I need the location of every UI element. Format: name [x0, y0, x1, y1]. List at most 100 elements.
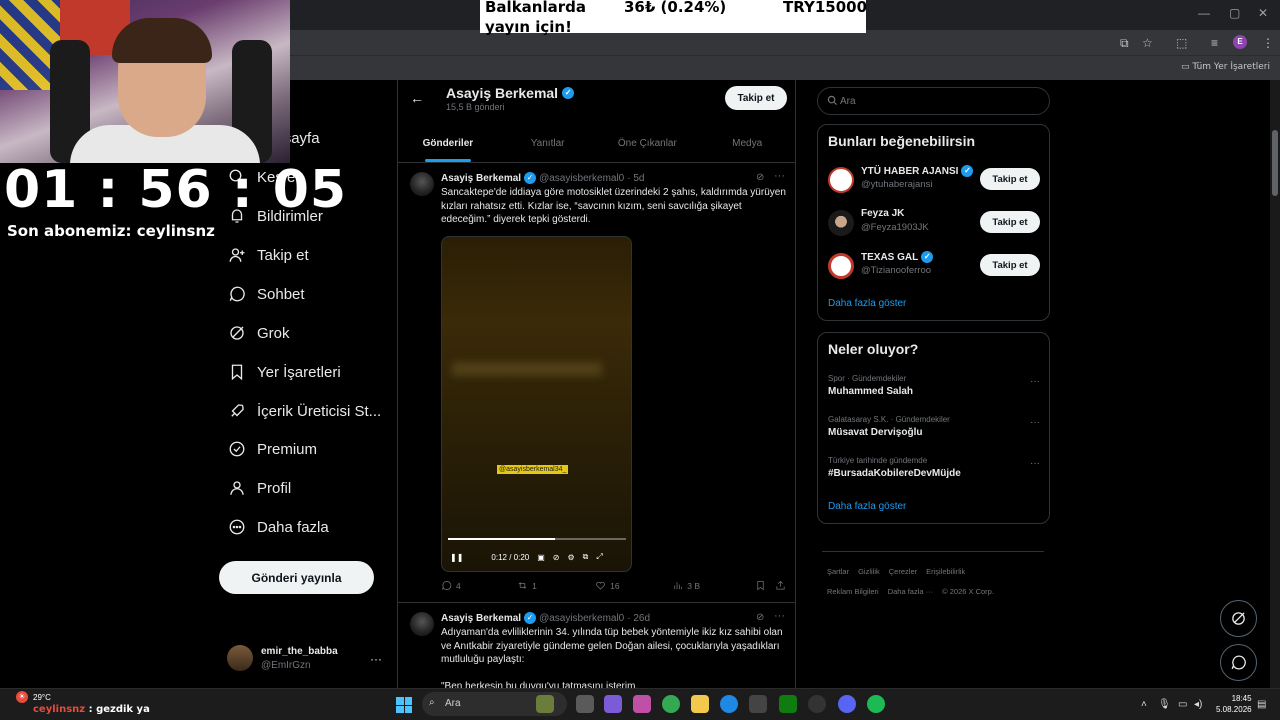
captions-icon[interactable]: ▣ [537, 553, 545, 562]
windows-start-icon[interactable] [396, 697, 412, 713]
obs-icon[interactable] [808, 695, 826, 713]
minimize-icon[interactable]: — [1198, 6, 1210, 20]
taskbar-clock[interactable]: 18:45 5.08.2026 [1216, 693, 1252, 715]
nav-item-chat[interactable]: Sohbet [227, 282, 305, 306]
trend-item[interactable]: Galatasaray S.K. · Gündemdekiler Müsavat … [828, 415, 1040, 438]
network-icon[interactable]: ▭ [1178, 699, 1187, 710]
nav-item-bookmarks[interactable]: Yer İşaretleri [227, 360, 341, 384]
maximize-icon[interactable]: ▢ [1229, 6, 1240, 20]
follow-button[interactable]: Takip et [980, 168, 1040, 190]
video-progress-bar[interactable] [448, 538, 626, 540]
follow-button[interactable]: Takip et [980, 254, 1040, 276]
close-window-icon[interactable]: ✕ [1258, 6, 1268, 20]
scrollbar[interactable] [1270, 80, 1280, 688]
volume-icon[interactable]: ◂) [1194, 699, 1202, 710]
verified-badge-icon: ✓ [524, 172, 537, 184]
messages-fab[interactable] [1220, 644, 1257, 681]
avatar[interactable] [828, 253, 854, 279]
account-more-icon[interactable]: ··· [370, 652, 382, 666]
suggestion-item[interactable]: TEXAS GAL ✓ @Tizianooferroo Takip et [828, 251, 1040, 285]
account-handle[interactable]: @EmIrGzn [261, 660, 311, 671]
pip-icon[interactable]: ⧉ [583, 552, 589, 562]
mute-icon[interactable]: ⊘ [553, 553, 560, 562]
scrollbar-thumb[interactable] [1272, 130, 1278, 196]
discord-icon[interactable] [838, 695, 856, 713]
tab-posts[interactable]: Gönderiler [398, 126, 498, 162]
post-button[interactable]: Gönderi yayınla [219, 561, 374, 594]
footer-links: Şartlar Gizlilik Çerezler Erişilebilirlik R… [827, 567, 994, 596]
repost-button[interactable]: 1 [517, 580, 595, 591]
copilot-icon[interactable] [633, 695, 651, 713]
nav-item-premium[interactable]: Premium [227, 437, 317, 461]
tweet-avatar[interactable] [410, 612, 434, 636]
trend-more-icon[interactable]: ··· [1030, 417, 1040, 428]
browser-profile-avatar[interactable]: E [1233, 35, 1247, 49]
tweet-more-icon[interactable]: ··· [774, 610, 785, 622]
tab-replies[interactable]: Yanıtlar [498, 126, 598, 162]
nav-item-profile[interactable]: Profil [227, 476, 291, 500]
reply-button[interactable]: 4 [441, 580, 517, 591]
heart-icon [596, 581, 606, 590]
trend-item[interactable]: Spor · Gündemdekiler Muhammed Salah ··· [828, 374, 1040, 397]
grok-explain-icon[interactable]: ⊘ [756, 172, 764, 183]
share-button[interactable] [775, 580, 786, 591]
tab-media[interactable]: Medya [697, 126, 795, 162]
tab-highlights[interactable]: Öne Çıkanlar [598, 126, 698, 162]
tweet[interactable]: Asayiş Berkemal ✓ @asayisberkemal0 · 26d… [398, 604, 795, 688]
back-arrow-icon[interactable]: ← [410, 90, 424, 106]
search-box[interactable]: Ara [817, 87, 1050, 115]
show-more-link[interactable]: Daha fazla göster [828, 298, 906, 309]
settings-icon[interactable]: ⚙ [567, 553, 574, 562]
browser-menu-icon[interactable]: ⋮ [1262, 36, 1274, 50]
edge-icon[interactable] [720, 695, 738, 713]
extensions-icon[interactable]: ⬚ [1176, 36, 1187, 50]
tweet-more-icon[interactable]: ··· [774, 170, 785, 182]
weather-icon[interactable]: ☀ [16, 691, 28, 703]
trend-more-icon[interactable]: ··· [1030, 376, 1040, 387]
widgets-icon[interactable] [604, 695, 622, 713]
like-button[interactable]: 16 [595, 580, 672, 591]
tray-chevron-icon[interactable]: ˄ [1141, 699, 1147, 710]
star-icon[interactable]: ☆ [1142, 36, 1153, 50]
reading-list-icon[interactable]: ≡ [1211, 36, 1218, 50]
nav-item-more[interactable]: Daha fazla [227, 515, 329, 539]
tweet-header: Asayiş Berkemal ✓ @asayisberkemal0 · 26d [441, 612, 651, 624]
follow-button[interactable]: Takip et [980, 211, 1040, 233]
show-more-link[interactable]: Daha fazla göster [828, 501, 906, 512]
store-icon[interactable] [749, 695, 767, 713]
nav-item-creator-studio[interactable]: İçerik Üreticisi St... [227, 399, 381, 423]
spotify-icon[interactable] [867, 695, 885, 713]
notifications-icon[interactable]: ▤ [1257, 699, 1266, 710]
account-avatar[interactable] [227, 645, 253, 671]
stream-timer: 01 : 56 : 05 [4, 160, 348, 220]
nav-item-grok[interactable]: Grok [227, 321, 290, 345]
avatar[interactable] [828, 167, 854, 193]
all-bookmarks-link[interactable]: ▭ Tüm Yer İşaretleri [1181, 62, 1270, 72]
fullscreen-icon[interactable]: ⤢ [596, 552, 602, 562]
tweet-video[interactable]: @asayisberkemal34_ ❚❚ 0:12 / 0:20 ▣ ⊘ ⚙ … [441, 236, 632, 572]
trend-item[interactable]: Türkiye tarihinde gündemde #BursadaKobile… [828, 456, 1040, 479]
divider [822, 551, 1044, 552]
task-view-icon[interactable] [576, 695, 594, 713]
follow-profile-button[interactable]: Takip et [725, 86, 787, 110]
trend-more-icon[interactable]: ··· [1030, 458, 1040, 469]
cast-icon[interactable]: ⧉ [1120, 36, 1129, 51]
grok-fab[interactable] [1220, 600, 1257, 637]
chrome-icon[interactable] [662, 695, 680, 713]
bookmark-button[interactable] [755, 580, 775, 591]
file-explorer-icon[interactable] [691, 695, 709, 713]
avatar[interactable] [828, 210, 854, 236]
tweet[interactable]: Asayiş Berkemal ✓ @asayisberkemal0 · 5d … [398, 164, 795, 603]
grok-explain-icon[interactable]: ⊘ [756, 612, 764, 623]
views-button[interactable]: 3 B [672, 580, 755, 591]
suggestion-item[interactable]: Feyza JK @Feyza1903JK Takip et [828, 208, 1040, 242]
search-highlight-icon[interactable] [536, 695, 554, 713]
pause-icon[interactable]: ❚❚ [450, 553, 463, 562]
suggestion-item[interactable]: YTÜ HABER AJANSI ✓ @ytuhaberajansi Takip … [828, 165, 1040, 199]
tweet-avatar[interactable] [410, 172, 434, 196]
xbox-icon[interactable] [779, 695, 797, 713]
nav-item-follow[interactable]: Takip et [227, 243, 309, 267]
account-name[interactable]: emir_the_babba [261, 646, 338, 657]
microphone-icon[interactable]: 🎙 [1158, 699, 1171, 710]
weather-temp[interactable]: 29°C [33, 693, 51, 702]
